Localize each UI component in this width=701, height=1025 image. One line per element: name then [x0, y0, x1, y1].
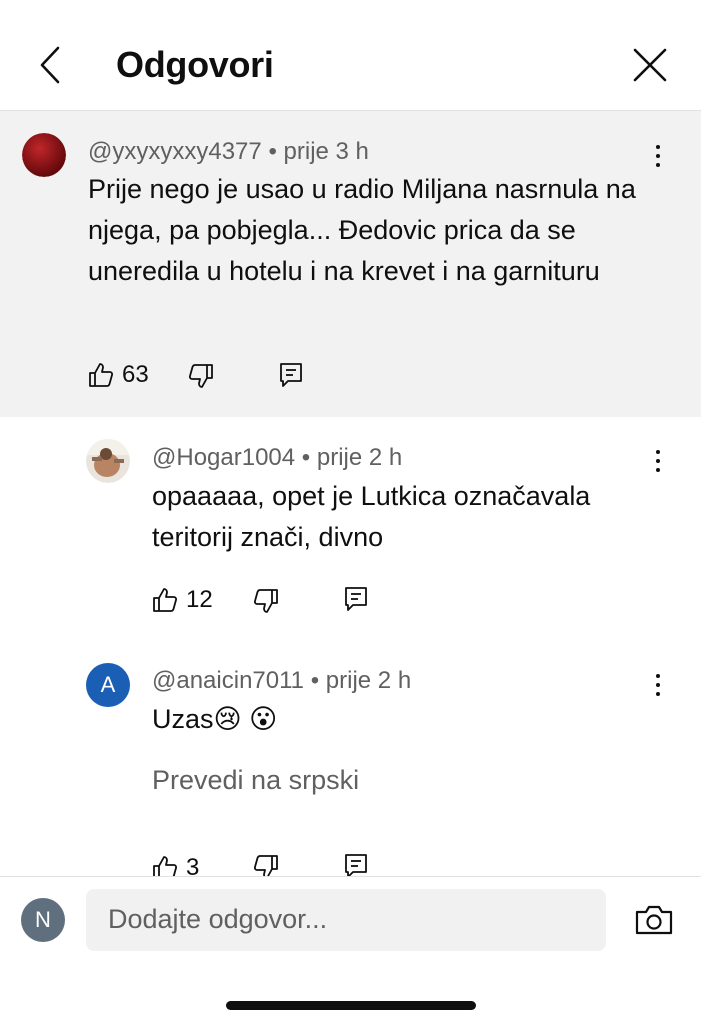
comment-time: prije 2 h	[325, 667, 412, 694]
camera-button[interactable]	[634, 903, 674, 937]
back-button[interactable]	[34, 44, 68, 86]
avatar-image	[86, 439, 130, 483]
avatar[interactable]	[22, 133, 66, 177]
meta-separator: •	[268, 138, 277, 165]
like-button[interactable]: 63	[88, 361, 149, 389]
thumbs-up-icon	[153, 588, 178, 612]
home-indicator[interactable]	[226, 1001, 476, 1010]
reply-icon	[280, 363, 302, 387]
parent-comment: @yxyxyxxy4377 • prije 3 h Prije nego je …	[0, 111, 701, 417]
comment-author[interactable]: @yxyxyxxy4377	[88, 138, 262, 165]
like-count: 12	[186, 586, 213, 613]
comment-meta: @yxyxyxxy4377 • prije 3 h	[88, 138, 369, 166]
thumbs-up-icon	[89, 363, 114, 387]
dislike-button[interactable]	[253, 588, 279, 614]
reply-button[interactable]	[279, 362, 303, 388]
comment-author[interactable]: @Hogar1004	[152, 444, 295, 471]
page-title: Odgovori	[116, 44, 274, 85]
translate-link[interactable]: Prevedi na srpski	[152, 765, 359, 796]
reply-input[interactable]: Dodajte odgovor...	[86, 889, 606, 951]
header: Odgovori	[0, 0, 701, 111]
reply-composer: N Dodajte odgovor...	[0, 876, 701, 1025]
like-button[interactable]: 12	[152, 586, 213, 614]
avatar[interactable]: A	[86, 663, 130, 707]
camera-icon	[635, 905, 673, 935]
reply-icon	[345, 587, 367, 611]
dislike-button[interactable]	[188, 363, 214, 389]
comment-time: prije 2 h	[316, 444, 403, 471]
avatar-letter: A	[100, 672, 116, 697]
comment-text: Uzas😢 😮	[152, 704, 278, 734]
comment-meta: @anaicin7011 • prije 2 h	[152, 667, 411, 695]
close-button[interactable]	[630, 46, 670, 84]
more-options-button[interactable]	[653, 145, 663, 171]
more-options-button[interactable]	[653, 450, 663, 476]
avatar[interactable]	[86, 439, 130, 483]
meta-separator: •	[301, 444, 311, 471]
avatar-image	[22, 133, 66, 177]
like-count: 63	[122, 361, 149, 388]
reply-button[interactable]	[344, 586, 368, 612]
comment-time: prije 3 h	[283, 138, 369, 165]
reply-input-placeholder: Dodajte odgovor...	[108, 904, 328, 934]
comment-author[interactable]: @anaicin7011	[152, 667, 304, 694]
thumbs-down-icon	[188, 364, 213, 388]
comment-text: opaaaaa, opet je Lutkica označavala teri…	[152, 481, 591, 552]
comment-text: Prije nego je usao u radio Miljana nasrn…	[88, 174, 636, 286]
meta-separator: •	[310, 667, 320, 694]
chevron-left-icon	[40, 46, 60, 84]
more-options-button[interactable]	[653, 674, 663, 700]
thumbs-down-icon	[253, 589, 278, 613]
avatar: N	[21, 898, 65, 942]
avatar-letter: N	[35, 907, 51, 932]
close-icon	[633, 48, 667, 82]
comment-meta: @Hogar1004 • prije 2 h	[152, 444, 402, 472]
